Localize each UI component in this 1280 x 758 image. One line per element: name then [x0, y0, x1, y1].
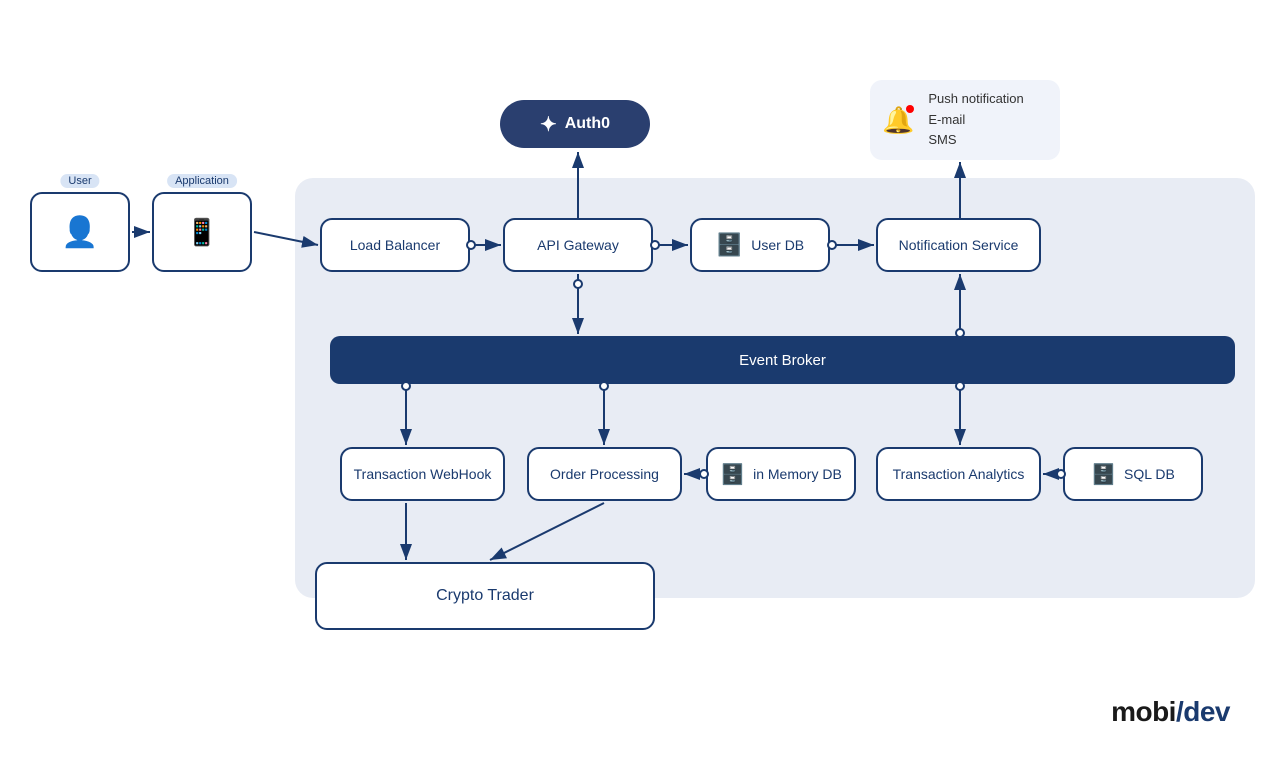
diagram: 🔔 Push notification E-mail SMS ✦ Auth0 U… [0, 0, 1280, 758]
bell-dot [906, 105, 914, 113]
notification-service-node: Notification Service [876, 218, 1041, 272]
notification-info-box: 🔔 Push notification E-mail SMS [870, 80, 1060, 160]
txn-analytics-node: Transaction Analytics [876, 447, 1041, 501]
sql-db-node: 🗄️ SQL DB [1063, 447, 1203, 501]
inmemory-db-label: in Memory DB [753, 466, 842, 482]
phone-icon: 📱 [186, 217, 218, 248]
email-label: E-mail [928, 110, 1023, 131]
inmemory-db-icon: 🗄️ [720, 462, 745, 487]
txn-webhook-label: Transaction WebHook [354, 466, 492, 482]
crypto-trader-box: Crypto Trader [315, 562, 655, 630]
txn-analytics-label: Transaction Analytics [893, 466, 1025, 482]
user-db-label: User DB [751, 237, 804, 253]
user-node: User 👤 [30, 192, 130, 272]
auth0-star-icon: ✦ [540, 112, 557, 137]
sms-label: SMS [928, 130, 1023, 151]
load-balancer-node: Load Balancer [320, 218, 470, 272]
api-gateway-node: API Gateway [503, 218, 653, 272]
load-balancer-label: Load Balancer [350, 237, 440, 253]
sql-db-icon: 🗄️ [1091, 462, 1116, 487]
mobidev-logo: mobi/dev [1111, 696, 1230, 728]
sql-db-label: SQL DB [1124, 466, 1175, 482]
app-label: Application [167, 174, 237, 188]
logo-dev: dev [1183, 696, 1230, 727]
order-processing-label: Order Processing [550, 466, 659, 482]
txn-webhook-node: Transaction WebHook [340, 447, 505, 501]
auth0-box: ✦ Auth0 [500, 100, 650, 148]
user-db-node: 🗄️ User DB [690, 218, 830, 272]
notification-service-label: Notification Service [899, 237, 1019, 253]
user-icon: 👤 [61, 215, 98, 250]
event-broker-node: Event Broker [330, 336, 1235, 384]
auth0-label: Auth0 [565, 115, 610, 133]
user-db-icon: 🗄️ [716, 232, 743, 258]
notification-info-text: Push notification E-mail SMS [928, 89, 1023, 151]
event-broker-label: Event Broker [739, 352, 826, 369]
bell-icon: 🔔 [882, 105, 914, 136]
inmemory-db-node: 🗄️ in Memory DB [706, 447, 856, 501]
order-processing-node: Order Processing [527, 447, 682, 501]
crypto-trader-label: Crypto Trader [436, 587, 534, 605]
push-notif-label: Push notification [928, 89, 1023, 110]
api-gateway-label: API Gateway [537, 237, 619, 253]
app-node: Application 📱 [152, 192, 252, 272]
user-label: User [60, 174, 99, 188]
